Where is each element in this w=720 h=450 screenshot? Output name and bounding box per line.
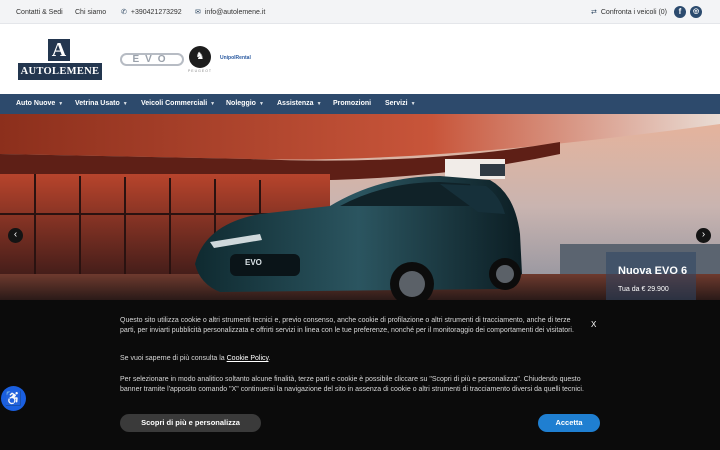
contacts-link[interactable]: Contatti & Sedi: [16, 8, 63, 17]
chevron-down-icon: ▼: [316, 101, 322, 107]
phone-icon: ✆: [121, 9, 127, 16]
phone-link[interactable]: ✆ +390421273292: [121, 8, 182, 17]
accessibility-icon[interactable]: ♿: [1, 386, 26, 411]
logo-wordmark: AUTOLEMENE: [18, 63, 102, 80]
chevron-right-icon: ›: [701, 229, 706, 240]
customize-button[interactable]: Scopri di più e personalizza: [120, 414, 261, 432]
top-utility-bar: Contatti & Sedi Chi siamo ✆ +390421273292…: [0, 0, 720, 24]
evo-logo[interactable]: EVO: [120, 53, 184, 66]
nav-servizi[interactable]: Servizi ▼: [385, 94, 416, 114]
chevron-left-icon: ‹: [13, 229, 18, 240]
cookie-text-2: Se vuoi saperne di più consulta la Cooki…: [120, 355, 271, 362]
cookie-policy-link[interactable]: Cookie Policy: [227, 355, 269, 362]
chevron-down-icon: ▼: [258, 101, 264, 107]
chevron-down-icon: ▼: [410, 101, 416, 107]
chevron-down-icon: ▼: [210, 101, 216, 107]
cookie-text-3: Per selezionare in modo analitico soltan…: [120, 376, 584, 393]
compare-label: Confronta i veicoli (0): [600, 9, 668, 16]
slider-next-button[interactable]: ›: [696, 228, 711, 243]
main-navigation: Auto Nuove ▼ Vetrina Usato ▼ Veicoli Comme…: [0, 94, 720, 114]
car-plate: EVO: [245, 258, 262, 267]
slide-title: Nuova EVO 6: [618, 265, 688, 277]
accept-button[interactable]: Accetta: [538, 414, 600, 432]
peugeot-wordmark: PEUGEOT: [187, 69, 213, 73]
phone-number: +390421273292: [130, 9, 182, 16]
unipol-rental-logo[interactable]: UnipolRental: [220, 55, 251, 61]
nav-auto-nuove[interactable]: Auto Nuove ▼: [16, 94, 63, 114]
email-link[interactable]: ✉ info@autolemene.it: [195, 8, 265, 17]
about-link[interactable]: Chi siamo: [75, 8, 106, 17]
nav-promozioni[interactable]: Promozioni: [333, 94, 371, 114]
nav-assistenza[interactable]: Assistenza ▼: [277, 94, 322, 114]
peugeot-logo[interactable]: ♞: [189, 46, 211, 68]
cookie-text-1: Questo sito utilizza cookie o altri stru…: [120, 317, 574, 334]
slide-price: Tua da € 29.900: [618, 286, 669, 293]
cookie-banner: Questo sito utilizza cookie o altri stru…: [0, 300, 720, 450]
chevron-down-icon: ▼: [122, 101, 128, 107]
chevron-down-icon: ▼: [58, 101, 64, 107]
nav-vetrina-usato[interactable]: Vetrina Usato ▼: [75, 94, 128, 114]
facebook-icon[interactable]: f: [674, 6, 686, 18]
logo-mark: A: [48, 39, 70, 61]
email-address: info@autolemene.it: [204, 9, 266, 16]
compare-icon: ⇄: [591, 9, 597, 16]
email-icon: ✉: [195, 9, 201, 16]
autolemene-logo[interactable]: A AUTOLEMENE: [18, 39, 102, 80]
site-header: A AUTOLEMENE EVO ♞ PEUGEOT UnipolRental: [0, 24, 720, 94]
close-icon[interactable]: X: [591, 320, 596, 329]
compare-link[interactable]: ⇄ Confronta i veicoli (0): [591, 8, 667, 17]
instagram-icon[interactable]: ◎: [690, 6, 702, 18]
nav-noleggio[interactable]: Noleggio ▼: [226, 94, 264, 114]
nav-veicoli-commerciali[interactable]: Veicoli Commerciali ▼: [141, 94, 215, 114]
slider-prev-button[interactable]: ‹: [8, 228, 23, 243]
